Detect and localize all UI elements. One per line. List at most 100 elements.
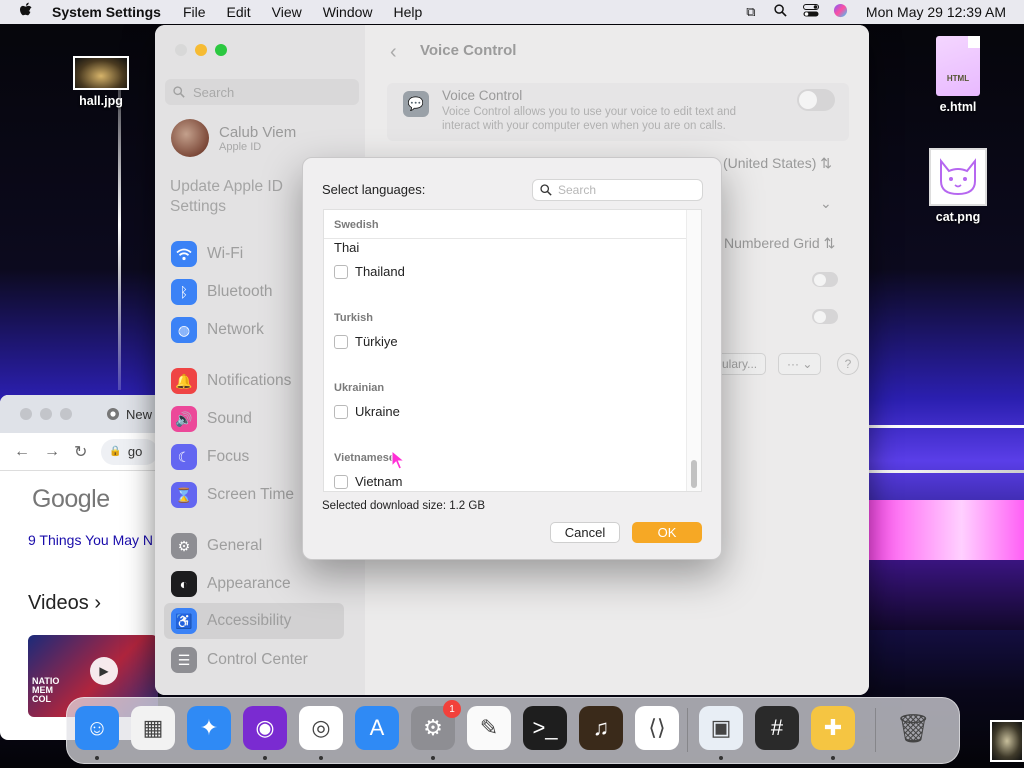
overlay-popup[interactable]: Numbered Grid ⇅	[724, 235, 835, 252]
desktop-file-label: cat.png	[935, 210, 981, 224]
sidebar-item-sound[interactable]: 🔊 Sound	[171, 406, 252, 432]
sidebar-item-focus[interactable]: ☾ Focus	[171, 444, 249, 470]
chrome-icon[interactable]: ◎	[299, 706, 343, 750]
browser-tab[interactable]: New	[106, 407, 152, 422]
forward-arrow-icon[interactable]: →	[44, 443, 60, 461]
update-apple-id-link[interactable]: Update Apple ID Settings	[170, 177, 320, 217]
notification-badge: 1	[443, 700, 461, 718]
desktop-file-hall[interactable]: hall.jpg	[66, 56, 136, 108]
language-popup[interactable]: (United States) ⇅	[723, 155, 832, 172]
page-title: Voice Control	[420, 42, 517, 59]
stage-manager-icon[interactable]: ⧉	[736, 4, 766, 20]
language-option-ukraine[interactable]: Ukraine	[334, 404, 400, 419]
address-bar[interactable]: 🔒 go	[101, 438, 158, 465]
desktop-image-thumbnail[interactable]	[990, 720, 1024, 762]
checkbox[interactable]	[334, 264, 348, 279]
sidebar-item-appearance[interactable]: ◐ Appearance	[171, 571, 291, 597]
preview-icon[interactable]: ▣	[699, 706, 743, 750]
cat-image-thumbnail	[929, 148, 987, 206]
textedit-icon[interactable]: ✎	[467, 706, 511, 750]
sidebar-item-wifi[interactable]: Wi-Fi	[171, 241, 243, 267]
zoom-button[interactable]	[60, 408, 72, 420]
system-settings-icon[interactable]: ⚙ 1	[411, 700, 461, 750]
menu-clock[interactable]: Mon May 29 12:39 AM	[866, 4, 1006, 20]
sidebar-item-general[interactable]: ⚙ General	[171, 533, 262, 559]
menu-help[interactable]: Help	[394, 4, 423, 20]
siri-icon[interactable]	[826, 3, 856, 21]
menu-app-name[interactable]: System Settings	[52, 4, 161, 20]
sidebar-item-network[interactable]: ◍ Network	[171, 317, 264, 343]
video-overlay-text: NATIO MEM COL	[32, 676, 60, 704]
safari-icon[interactable]: ✦	[187, 706, 231, 750]
videos-heading[interactable]: Videos ›	[28, 592, 158, 615]
setting-toggle[interactable]	[812, 272, 838, 287]
chrome-window[interactable]: New ← → ↻ 🔒 go Google 9 Things You May N…	[0, 395, 158, 740]
chevron-down-icon[interactable]: ⌄	[820, 195, 832, 212]
minimize-button[interactable]	[195, 44, 207, 56]
desktop-file-cat[interactable]: cat.png	[923, 148, 993, 224]
profile-subtitle: Apple ID	[219, 140, 262, 153]
sidebar-item-label: Notifications	[207, 372, 292, 389]
control-center-icon[interactable]	[796, 4, 826, 20]
moon-icon: ☾	[171, 444, 197, 470]
menu-file[interactable]: File	[183, 4, 206, 20]
dialog-search-input[interactable]	[558, 183, 688, 197]
menu-window[interactable]: Window	[323, 4, 373, 20]
garageband-icon[interactable]: ♫	[579, 706, 623, 750]
chrome-titlebar[interactable]: New	[0, 395, 158, 433]
finder-icon[interactable]: ☺	[75, 706, 119, 750]
zoom-button[interactable]	[215, 44, 227, 56]
launchpad-icon[interactable]: ▦	[131, 706, 175, 750]
terminal-icon[interactable]: >_	[523, 706, 567, 750]
gear-icon: ⚙	[171, 533, 197, 559]
back-arrow-icon[interactable]: ←	[14, 443, 30, 461]
calculator-icon[interactable]: #	[755, 706, 799, 750]
app-store-icon[interactable]: A	[355, 706, 399, 750]
scrollbar-track[interactable]	[686, 210, 701, 491]
checkbox[interactable]	[334, 404, 348, 419]
firefox-icon[interactable]: ◉	[243, 706, 287, 750]
menu-edit[interactable]: Edit	[227, 4, 251, 20]
sidebar-item-accessibility[interactable]: ♿ Accessibility	[164, 603, 344, 639]
overlay-value: Numbered Grid	[724, 235, 820, 251]
sidebar-item-notifications[interactable]: 🔔 Notifications	[171, 368, 291, 394]
wallpaper-glow	[868, 500, 1024, 560]
running-indicator	[431, 756, 435, 760]
language-list[interactable]: Thai Swedish Thailand Turkish Türkiye Uk…	[323, 209, 702, 492]
scrollbar-thumb[interactable]	[691, 460, 697, 488]
language-option-thailand[interactable]: Thailand	[334, 264, 405, 279]
close-button[interactable]	[20, 408, 32, 420]
setting-toggle[interactable]	[812, 309, 838, 324]
vscode-icon[interactable]: ⟨⟩	[635, 706, 679, 750]
google-logo[interactable]: Google	[32, 485, 158, 514]
cancel-button[interactable]: Cancel	[550, 522, 620, 543]
apple-id-profile[interactable]: Calub Viem Apple ID	[171, 119, 296, 157]
sidebar-search-field[interactable]: Search	[165, 79, 359, 105]
close-button[interactable]	[175, 44, 187, 56]
trash-icon[interactable]: 🗑	[891, 706, 935, 750]
play-icon[interactable]: ▶	[90, 657, 118, 685]
sidebar-item-control-center[interactable]: ☰ Control Center	[171, 647, 308, 673]
back-chevron-icon[interactable]: ‹	[390, 41, 397, 64]
apple-menu-icon[interactable]	[0, 2, 52, 22]
sidebar-item-bluetooth[interactable]: ᛒ Bluetooth	[171, 279, 273, 305]
minimize-button[interactable]	[40, 408, 52, 420]
mouse-cursor-icon	[391, 450, 405, 470]
search-result-link[interactable]: 9 Things You May N	[28, 532, 158, 548]
checkbox[interactable]	[334, 334, 348, 349]
sidebar-item-screen-time[interactable]: ⌛ Screen Time	[171, 482, 294, 508]
checkbox[interactable]	[334, 474, 348, 489]
spotlight-search-icon[interactable]	[766, 4, 796, 20]
voice-control-toggle[interactable]	[797, 89, 835, 111]
ok-button[interactable]: OK	[632, 522, 702, 543]
language-option-vietnam[interactable]: Vietnam	[334, 474, 402, 489]
language-option-turkiye[interactable]: Türkiye	[334, 334, 398, 349]
color-picker-icon[interactable]: ✚	[811, 706, 855, 750]
reload-icon[interactable]: ↻	[74, 442, 87, 462]
dialog-search-field[interactable]	[532, 179, 703, 201]
wallpaper-light-beam	[868, 470, 1024, 473]
more-options-button[interactable]: ··· ⌄	[778, 353, 822, 375]
menu-view[interactable]: View	[272, 4, 302, 20]
desktop-file-html[interactable]: HTML e.html	[923, 36, 993, 114]
help-button[interactable]: ?	[837, 353, 859, 375]
